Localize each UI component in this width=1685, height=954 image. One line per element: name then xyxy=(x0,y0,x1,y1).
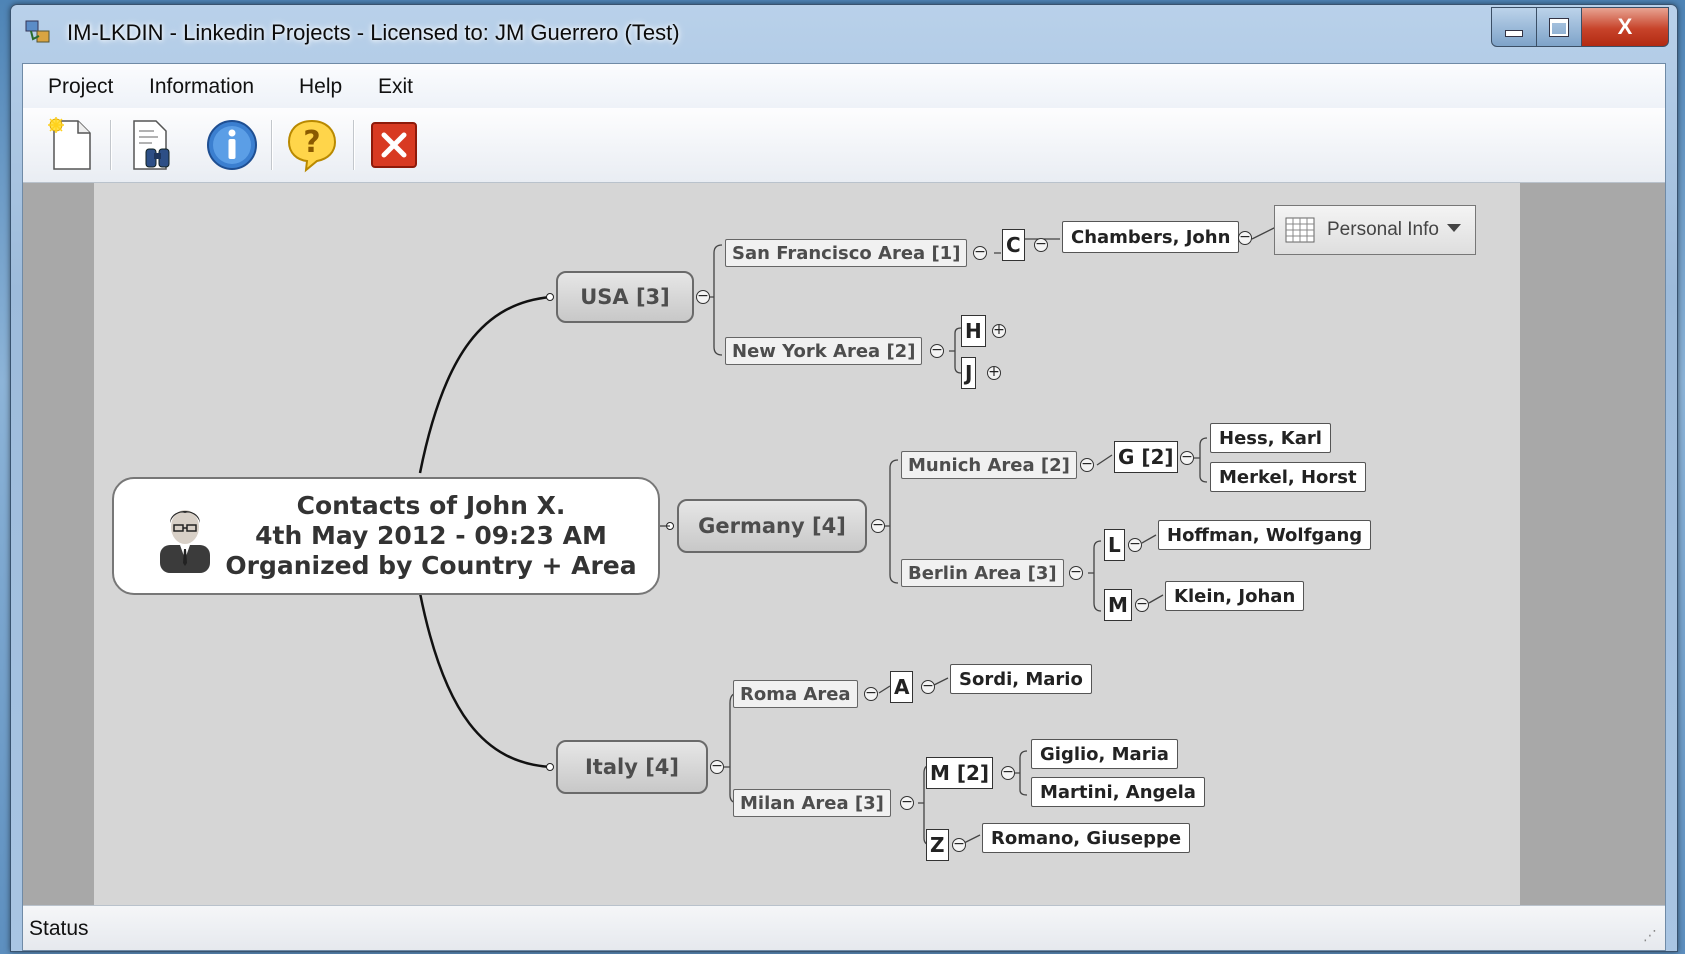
collapse-c-icon[interactable]: − xyxy=(1034,237,1048,252)
app-icon xyxy=(25,20,50,43)
collapse-sf-icon[interactable]: − xyxy=(973,245,987,260)
personal-info-dropdown[interactable]: Personal Info xyxy=(1274,205,1476,255)
letter-node-l[interactable]: L xyxy=(1104,529,1125,561)
collapse-roma-icon[interactable]: − xyxy=(864,686,878,701)
contact-martini-angela[interactable]: Martini, Angela xyxy=(1031,777,1205,807)
svg-text:?: ? xyxy=(303,125,320,160)
contact-sordi-mario[interactable]: Sordi, Mario xyxy=(950,664,1092,694)
collapse-chambers-icon[interactable]: − xyxy=(1238,230,1252,245)
window-title: IM-LKDIN - Linkedin Projects - Licensed … xyxy=(67,20,680,45)
country-node-italy[interactable]: Italy [4] xyxy=(556,740,708,794)
letter-node-j[interactable]: J xyxy=(961,357,977,389)
mindmap-canvas[interactable]: Contacts of John X. 4th May 2012 - 09:23… xyxy=(94,183,1520,907)
area-node-milan[interactable]: Milan Area [3] xyxy=(733,789,891,817)
toolbar: ? xyxy=(23,108,1665,183)
close-button[interactable]: X xyxy=(1582,7,1669,47)
contact-giglio-maria[interactable]: Giglio, Maria xyxy=(1031,739,1178,769)
area-node-roma[interactable]: Roma Area xyxy=(733,680,858,708)
menu-exit[interactable]: Exit xyxy=(378,75,413,99)
help-button[interactable]: ? xyxy=(281,114,343,176)
area-node-berlin[interactable]: Berlin Area [3] xyxy=(901,559,1064,587)
maximize-button[interactable] xyxy=(1537,7,1582,47)
info-icon xyxy=(207,120,257,170)
letter-node-z[interactable]: Z xyxy=(926,829,949,861)
table-icon xyxy=(1285,217,1315,243)
contact-hoffman-wolfgang[interactable]: Hoffman, Wolfgang xyxy=(1158,520,1372,550)
dropdown-arrow-icon xyxy=(1447,224,1461,232)
contact-chambers-john[interactable]: Chambers, John xyxy=(1062,221,1240,253)
new-project-button[interactable] xyxy=(39,114,101,176)
menu-help[interactable]: Help xyxy=(299,75,342,99)
new-document-icon xyxy=(48,117,91,170)
letter-node-a[interactable]: A xyxy=(890,671,914,703)
area-node-munich[interactable]: Munich Area [2] xyxy=(901,451,1077,479)
expand-h-icon[interactable]: + xyxy=(992,323,1006,338)
status-text: Status xyxy=(29,917,89,940)
resize-grip-icon[interactable]: ⋰ xyxy=(1643,928,1657,944)
collapse-a-icon[interactable]: − xyxy=(921,679,935,694)
area-node-new-york[interactable]: New York Area [2] xyxy=(725,337,923,365)
contact-hess-karl[interactable]: Hess, Karl xyxy=(1210,423,1331,453)
contact-klein-johan[interactable]: Klein, Johan xyxy=(1165,581,1305,611)
root-date: 4th May 2012 - 09:23 AM xyxy=(255,521,607,550)
root-title: Contacts of John X. xyxy=(296,491,566,520)
letter-node-m-berlin[interactable]: M xyxy=(1104,589,1132,621)
canvas-frame: Contacts of John X. 4th May 2012 - 09:23… xyxy=(23,183,1665,907)
application-window: IM-LKDIN - Linkedin Projects - Licensed … xyxy=(10,4,1678,952)
root-node[interactable]: Contacts of John X. 4th May 2012 - 09:23… xyxy=(112,477,660,595)
root-subtitle: Organized by Country + Area xyxy=(225,551,637,580)
status-bar: Status ⋰ xyxy=(23,905,1665,950)
menu-information[interactable]: Information xyxy=(149,75,254,99)
menu-bar: Project Information Help Exit xyxy=(23,64,1665,108)
close-icon: X xyxy=(1617,14,1633,39)
collapse-ny-icon[interactable]: − xyxy=(930,343,944,358)
information-button[interactable] xyxy=(201,114,263,176)
find-document-icon xyxy=(133,120,170,170)
personal-info-label: Personal Info xyxy=(1327,219,1439,240)
contact-romano-giuseppe[interactable]: Romano, Giuseppe xyxy=(982,823,1191,853)
collapse-z-icon[interactable]: − xyxy=(952,837,966,852)
user-avatar-icon xyxy=(160,510,210,573)
exit-button[interactable] xyxy=(363,114,425,176)
area-node-san-francisco[interactable]: San Francisco Area [1] xyxy=(725,239,968,267)
expand-j-icon[interactable]: + xyxy=(987,365,1001,380)
country-node-usa[interactable]: USA [3] xyxy=(556,271,694,323)
collapse-usa-icon[interactable]: − xyxy=(696,289,710,304)
find-contacts-button[interactable] xyxy=(121,114,183,176)
minimize-icon xyxy=(1505,29,1523,37)
title-bar[interactable]: IM-LKDIN - Linkedin Projects - Licensed … xyxy=(11,5,1677,63)
letter-node-c[interactable]: C xyxy=(1002,229,1025,261)
country-node-germany[interactable]: Germany [4] xyxy=(677,499,867,553)
letter-node-g[interactable]: G [2] xyxy=(1114,441,1178,473)
collapse-munich-icon[interactable]: − xyxy=(1080,457,1094,472)
collapse-m-milan-icon[interactable]: − xyxy=(1001,765,1015,780)
minimize-button[interactable] xyxy=(1491,7,1537,47)
collapse-m-berlin-icon[interactable]: − xyxy=(1135,597,1149,612)
collapse-italy-icon[interactable]: − xyxy=(710,759,724,774)
menu-project[interactable]: Project xyxy=(48,75,113,99)
contact-merkel-horst[interactable]: Merkel, Horst xyxy=(1210,462,1366,492)
maximize-icon xyxy=(1550,18,1568,36)
collapse-germany-icon[interactable]: − xyxy=(871,518,885,533)
collapse-berlin-icon[interactable]: − xyxy=(1069,565,1083,580)
letter-node-m-milan[interactable]: M [2] xyxy=(926,757,994,789)
client-area: Project Information Help Exit ? Contacts… xyxy=(22,63,1666,951)
letter-node-h[interactable]: H xyxy=(961,315,986,347)
help-icon: ? xyxy=(287,119,337,173)
collapse-g-icon[interactable]: − xyxy=(1180,450,1194,465)
exit-icon xyxy=(371,122,417,168)
collapse-milan-icon[interactable]: − xyxy=(900,795,914,810)
collapse-l-icon[interactable]: − xyxy=(1128,537,1142,552)
